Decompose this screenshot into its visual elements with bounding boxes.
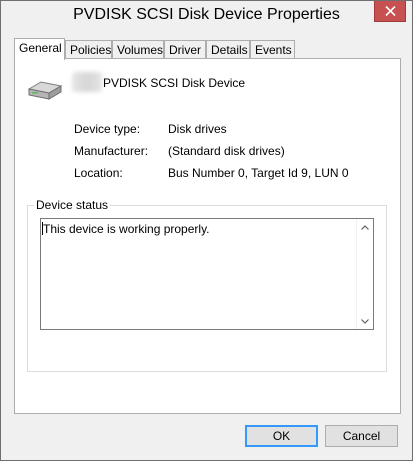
chevron-down-icon	[361, 318, 369, 324]
device-name: PVDISK SCSI Disk Device	[103, 76, 246, 90]
disk-drive-icon	[27, 81, 63, 100]
manufacturer-value: (Standard disk drives)	[168, 144, 285, 158]
tab-details[interactable]: Details	[206, 40, 250, 60]
scroll-up-button[interactable]	[357, 219, 373, 235]
close-button[interactable]	[374, 1, 406, 22]
tab-policies[interactable]: Policies	[65, 40, 112, 60]
chevron-up-icon	[361, 224, 369, 230]
device-status-text: This device is working properly.	[43, 222, 210, 236]
device-type-label: Device type:	[74, 122, 141, 136]
device-status-legend: Device status	[34, 198, 111, 212]
properties-window: PVDISK SCSI Disk Device Properties Gener…	[0, 0, 413, 461]
window-title: PVDISK SCSI Disk Device Properties	[73, 6, 340, 23]
status-scrollbar[interactable]	[356, 219, 373, 329]
tab-general[interactable]: General	[14, 38, 65, 60]
device-status-group: Device status This device is working pro…	[27, 198, 387, 372]
tab-driver[interactable]: Driver	[164, 40, 206, 60]
location-label: Location:	[74, 166, 123, 180]
device-type-value: Disk drives	[168, 122, 227, 136]
tab-events[interactable]: Events	[250, 40, 295, 60]
scroll-down-button[interactable]	[357, 313, 373, 329]
ok-button[interactable]: OK	[245, 425, 318, 447]
device-status-textbox[interactable]: This device is working properly.	[40, 218, 374, 330]
location-value: Bus Number 0, Target Id 9, LUN 0	[168, 166, 349, 180]
general-tab-panel: PVDISK SCSI Disk Device Device type: Dis…	[14, 58, 401, 414]
title-bar[interactable]: PVDISK SCSI Disk Device Properties	[1, 1, 412, 31]
device-name-redacted	[72, 72, 102, 92]
close-icon	[385, 6, 396, 16]
manufacturer-label: Manufacturer:	[74, 144, 149, 158]
tab-volumes[interactable]: Volumes	[112, 40, 164, 60]
cancel-button[interactable]: Cancel	[325, 425, 398, 447]
